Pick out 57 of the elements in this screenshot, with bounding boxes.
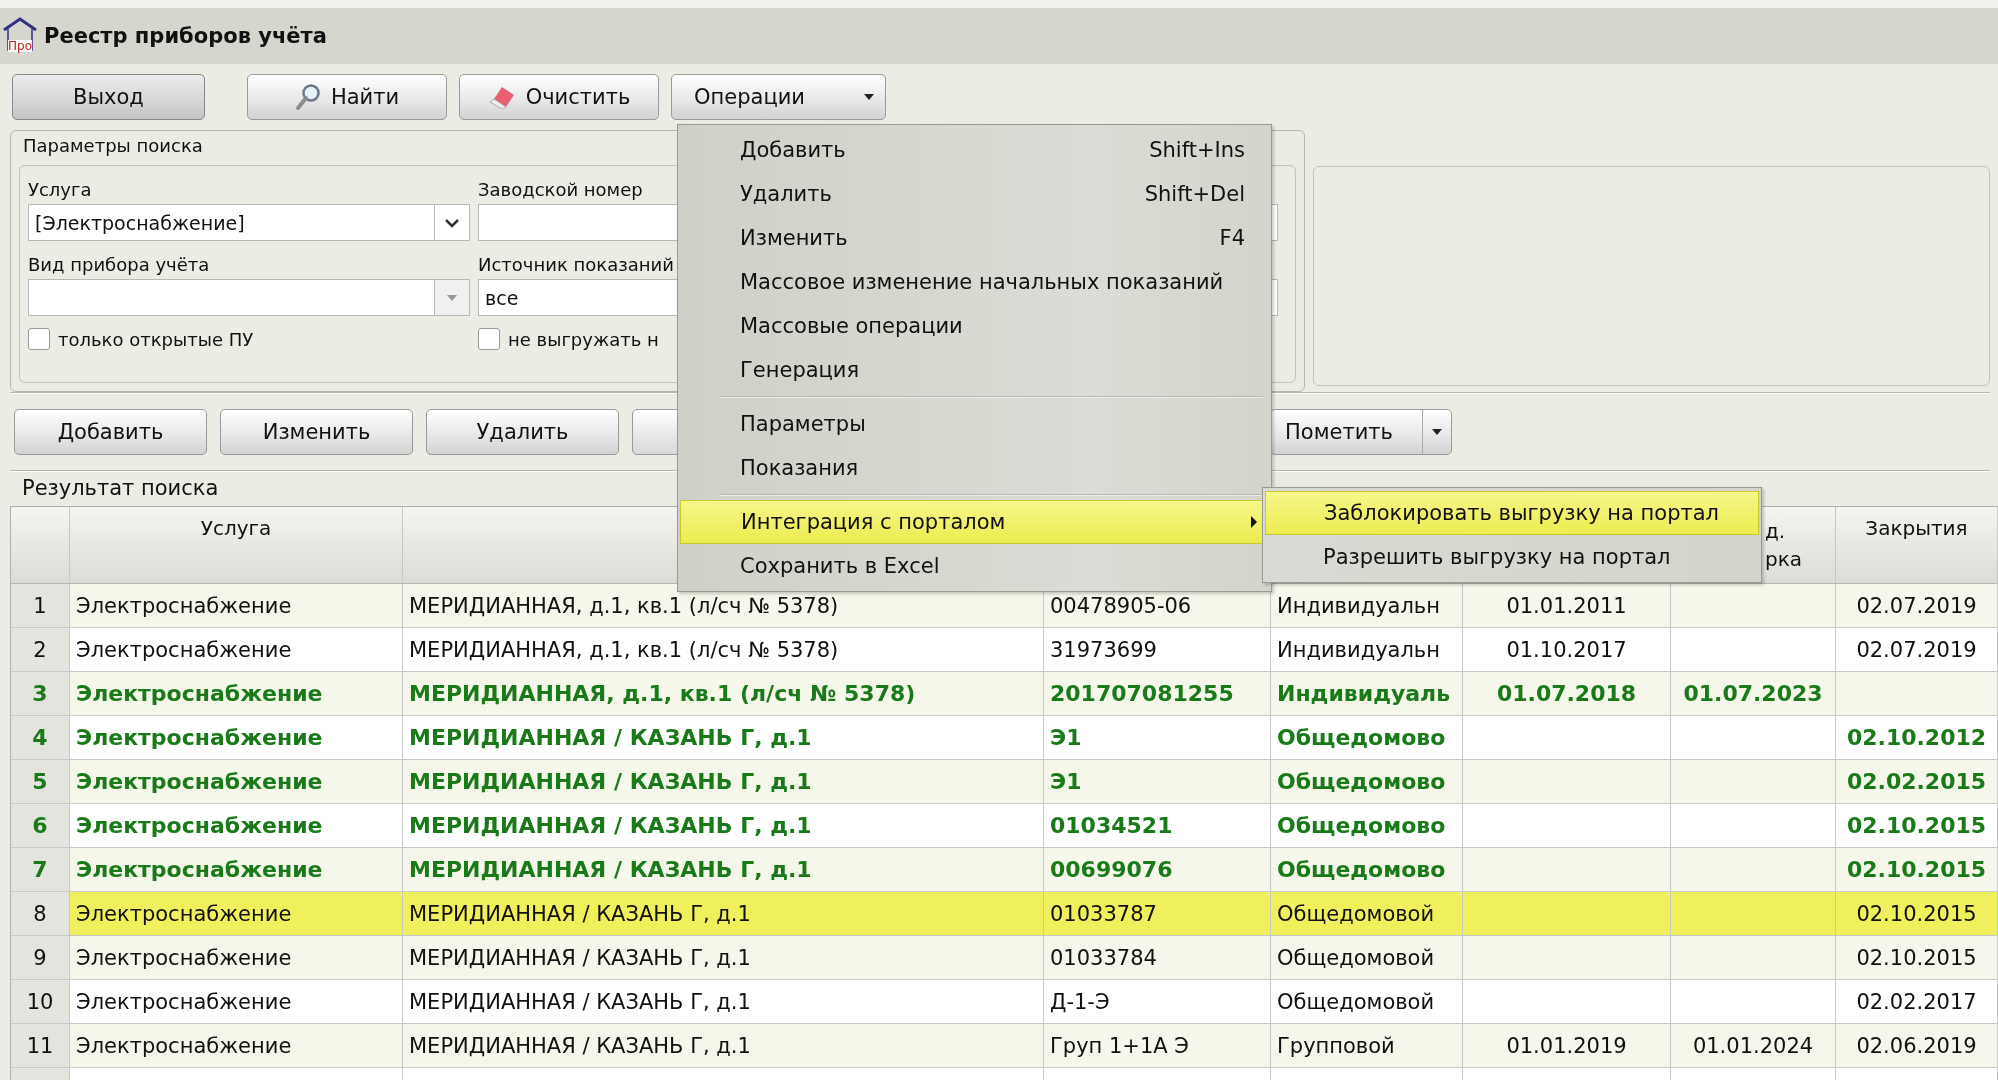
row-number: 4 xyxy=(11,716,70,760)
table-cell: Электроснабжение xyxy=(70,892,403,936)
row-number: 1 xyxy=(11,584,70,628)
window-title: Реестр приборов учёта xyxy=(44,24,327,48)
table-cell: 01033787 xyxy=(1044,892,1271,936)
table-cell: 02.10.2015 xyxy=(1836,892,1998,936)
table-cell: Электроснабжение xyxy=(70,760,403,804)
table-cell: МЕРИДИАННАЯ / КАЗАНЬ Г, д.1 xyxy=(403,760,1044,804)
table-cell: 02.07.2019 xyxy=(1836,584,1998,628)
field-label: Источник показаний xyxy=(478,254,674,275)
table-cell: Общедомово xyxy=(1271,760,1463,804)
table-cell: Электроснабжение xyxy=(70,672,403,716)
table-cell: МЕРИДИАННАЯ / КАЗАНЬ Г, д.1 xyxy=(403,848,1044,892)
table-cell: Общедомово xyxy=(1271,848,1463,892)
checkbox-label: не выгружать н xyxy=(508,328,659,350)
table-cell: Общедомовой xyxy=(1271,936,1463,980)
row-number: 2 xyxy=(11,628,70,672)
app-logo: Про xyxy=(2,16,38,56)
table-cell: 01.01.2011 xyxy=(1463,584,1671,628)
row-number: 6 xyxy=(11,804,70,848)
table-cell: МЕРИДИАННАЯ / КАЗАНЬ Г, д.1 xyxy=(403,1024,1044,1068)
results-title: Результат поиска xyxy=(22,476,219,500)
table-cell: 00699076 xyxy=(1044,848,1271,892)
table-cell: 01.07.2018 xyxy=(1463,672,1671,716)
table-cell: 02.02.2015 xyxy=(1836,760,1998,804)
table-cell: Индивидуальн xyxy=(1271,584,1463,628)
table-cell: Электроснабжение xyxy=(70,848,403,892)
table-cell: 02.10.2015 xyxy=(1836,848,1998,892)
row-number: 11 xyxy=(11,1024,70,1068)
field-label: Услуга xyxy=(28,179,92,200)
row-number: 8 xyxy=(11,892,70,936)
table-cell: МЕРИДИАННАЯ / КАЗАНЬ Г, д.1 xyxy=(403,892,1044,936)
table-cell: МЕРИДИАННАЯ / КАЗАНЬ Г, д.1 xyxy=(403,936,1044,980)
table-cell: Электроснабжение xyxy=(70,584,403,628)
row-number: 10 xyxy=(11,980,70,1024)
table-cell: Электроснабжение xyxy=(70,936,403,980)
table-cell: Груп 1+1А Э xyxy=(1044,1024,1271,1068)
field-label: Заводской номер xyxy=(478,179,643,200)
table-cell: Групповой xyxy=(1271,1024,1463,1068)
table-cell: 01.07.2023 xyxy=(1671,672,1836,716)
field-label: Вид прибора учёта xyxy=(28,254,210,275)
row-number: 7 xyxy=(11,848,70,892)
checkbox-label: только открытые ПУ xyxy=(58,328,254,350)
table-cell: Общедомовой xyxy=(1271,892,1463,936)
table-cell: Электроснабжение xyxy=(70,1024,403,1068)
table-cell: МЕРИДИАННАЯ, д.1, кв.1 (л/сч № 5378) xyxy=(403,672,1044,716)
table-cell: Индивидуаль xyxy=(1271,672,1463,716)
table-cell: 201707081255 xyxy=(1044,672,1271,716)
table-cell: 02.10.2015 xyxy=(1836,936,1998,980)
row-number: 9 xyxy=(11,936,70,980)
table-cell: 02.06.2019 xyxy=(1836,1024,1998,1068)
table-cell: 01.01.2024 xyxy=(1671,1024,1836,1068)
table-cell: 01.01.2019 xyxy=(1463,1024,1671,1068)
row-number: 3 xyxy=(11,672,70,716)
row-number: 5 xyxy=(11,760,70,804)
table-cell: Э1 xyxy=(1044,760,1271,804)
table-cell: 01033784 xyxy=(1044,936,1271,980)
